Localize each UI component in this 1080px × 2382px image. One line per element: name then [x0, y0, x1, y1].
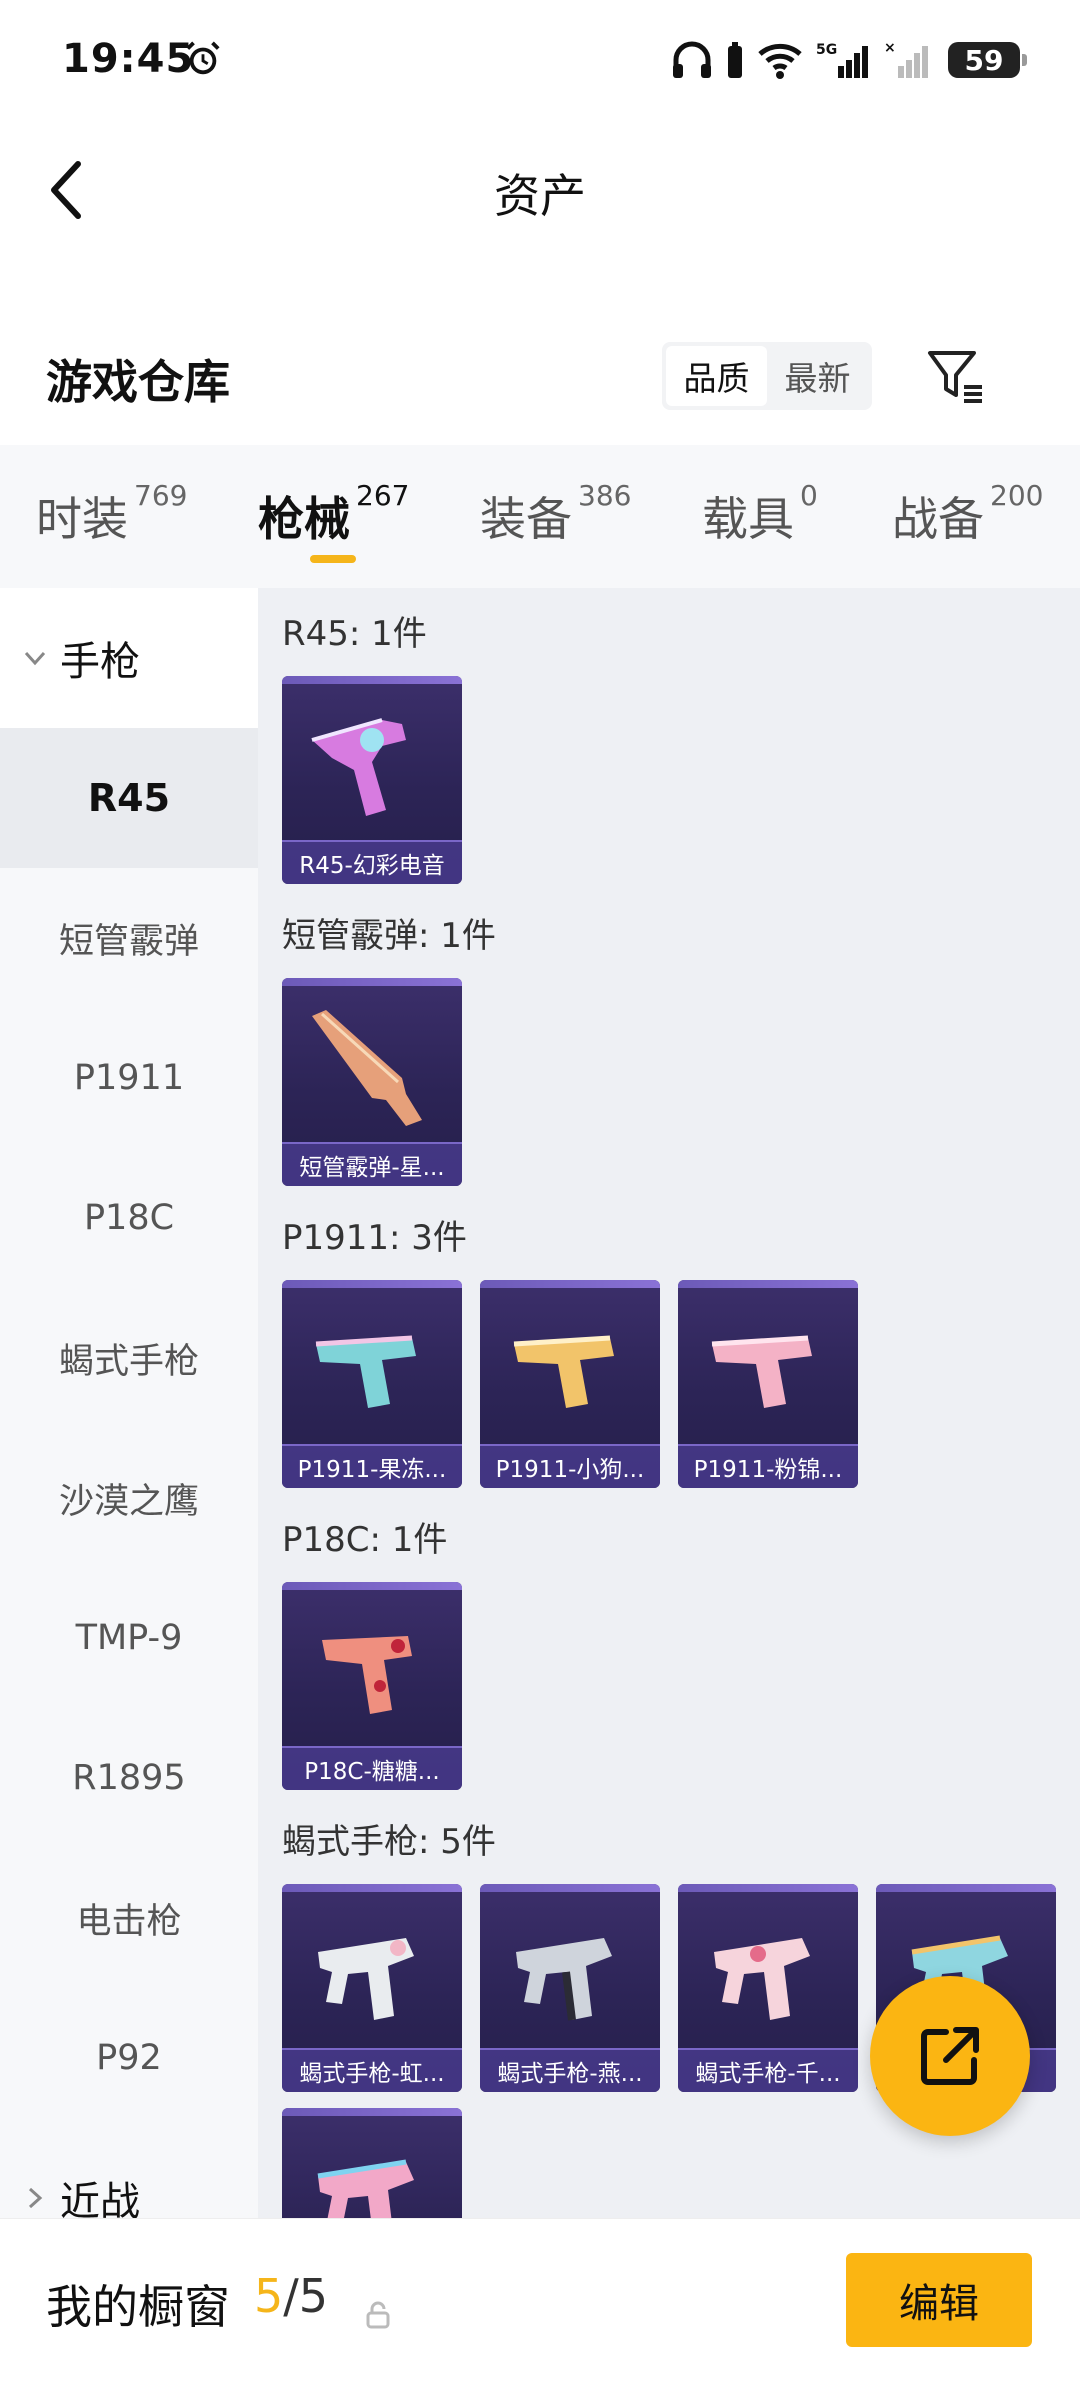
sidebar-item-scorpion[interactable]: 蝎式手枪	[0, 1288, 258, 1428]
headphone-battery-icon	[728, 42, 742, 78]
headphones-icon	[673, 41, 711, 78]
tab-equipment[interactable]: 装备 386	[480, 479, 631, 563]
smg-icon	[714, 1938, 810, 2020]
item-card-label: P1911-果冻...	[282, 1444, 462, 1488]
item-card-label: 短管霰弹-星...	[282, 1142, 462, 1186]
status-time: 19:45	[62, 36, 195, 82]
share-external-icon	[921, 2027, 979, 2085]
sidebar-item-r1895[interactable]: R1895	[0, 1708, 258, 1848]
warehouse-title: 游戏仓库	[46, 355, 230, 409]
tab-count: 769	[134, 479, 188, 512]
item-card[interactable]: P1911-果冻...	[282, 1280, 462, 1488]
item-card[interactable]: 短管霰弹-星...	[282, 978, 462, 1186]
smg-icon	[317, 2159, 414, 2218]
item-card[interactable]: P1911-小狗...	[480, 1280, 660, 1488]
item-card-label: R45-幻彩电音	[282, 840, 462, 884]
section-title: P1911: 3件	[282, 1218, 467, 1258]
sidebar-item-desert-eagle[interactable]: 沙漠之鹰	[0, 1428, 258, 1568]
battery-icon: 59	[948, 42, 1027, 78]
item-card[interactable]: P18C-糖糖...	[282, 1582, 462, 1790]
section-title: 短管霰弹: 1件	[282, 916, 496, 956]
sidebar-group-label: 近战	[60, 2179, 140, 2218]
tab-count: 386	[578, 479, 632, 512]
item-card[interactable]: 蝎式手枪-千...	[678, 1884, 858, 2092]
bottom-bar: 我的橱窗 5/5 编辑	[0, 2218, 1080, 2382]
showcase-count-current: 5	[254, 2269, 284, 2323]
edit-button[interactable]: 编辑	[846, 2253, 1032, 2347]
sidebar-item-short-shotgun[interactable]: 短管霰弹	[0, 868, 258, 1008]
tab-label: 装备	[480, 492, 572, 546]
sidebar-group-label: 手枪	[60, 639, 140, 685]
status-bar: 19:45 5G × 59	[0, 0, 1080, 125]
sidebar-item-p1911[interactable]: P1911	[0, 1008, 258, 1148]
sidebar-group-melee[interactable]: 近战	[0, 2128, 258, 2218]
alarm-icon	[186, 41, 220, 75]
item-card-label: 蝎式手枪-千...	[678, 2048, 858, 2092]
item-card-label: P1911-小狗...	[480, 1444, 660, 1488]
showcase-count: 5/5	[254, 2269, 328, 2323]
chevron-right-icon	[28, 2187, 43, 2209]
tab-firearms[interactable]: 枪械 267	[258, 479, 409, 563]
item-card[interactable]	[282, 2108, 462, 2218]
pistol-icon	[315, 1335, 416, 1408]
sidebar-item-r45[interactable]: R45	[0, 728, 258, 868]
tab-count: 267	[356, 479, 410, 512]
showcase-count-total: 5	[298, 2269, 329, 2323]
tab-label: 战备	[892, 492, 984, 546]
chevron-down-icon	[24, 651, 46, 666]
svg-text:×: ×	[884, 40, 896, 56]
sidebar-item-tmp9[interactable]: TMP-9	[0, 1568, 258, 1708]
share-button[interactable]	[870, 1976, 1030, 2136]
section-title: 蝎式手枪: 5件	[282, 1822, 496, 1862]
smg-icon	[516, 1938, 612, 2021]
sort-toggle: 品质 最新	[662, 342, 872, 410]
item-card-label: 蝎式手枪-燕...	[480, 2048, 660, 2092]
tab-label: 枪械	[258, 492, 350, 546]
pistol-icon	[711, 1335, 812, 1408]
category-tabs: 时装 769 枪械 267 装备 386 载具 0 战备 200	[0, 445, 1080, 588]
status-icons: 5G × 59	[670, 38, 1027, 82]
showcase-count-separator: /	[283, 2269, 299, 2323]
tab-war-supplies[interactable]: 战备 200	[892, 479, 1043, 563]
active-tab-indicator	[310, 555, 356, 563]
svg-text:5G: 5G	[816, 42, 837, 58]
signal-5g-icon: 5G	[816, 42, 868, 78]
tab-count: 0	[800, 479, 818, 512]
section-title: R45: 1件	[282, 614, 427, 654]
section-title: P18C: 1件	[282, 1520, 448, 1560]
item-card-label: P18C-糖糖...	[282, 1746, 462, 1790]
item-card[interactable]: P1911-粉锦...	[678, 1280, 858, 1488]
item-card-label: 蝎式手枪-虹...	[282, 2048, 462, 2092]
tab-count: 200	[990, 479, 1044, 512]
shotgun-icon	[312, 1010, 422, 1126]
smg-icon	[318, 1938, 414, 2020]
sidebar-group-pistols[interactable]: 手枪	[0, 588, 258, 728]
page-title: 资产	[494, 169, 586, 223]
tab-label: 时装	[36, 492, 128, 546]
signal-icon: ×	[884, 40, 928, 78]
sidebar: 手枪 R45 短管霰弹 P1911 P18C 蝎式手枪 沙漠之鹰 TMP-9 R…	[0, 588, 258, 2218]
tab-fashion[interactable]: 时装 769	[36, 479, 187, 563]
revolver-icon	[311, 718, 406, 816]
sort-option-quality[interactable]: 品质	[666, 346, 767, 406]
item-card[interactable]: 蝎式手枪-燕...	[480, 1884, 660, 2092]
item-card[interactable]: 蝎式手枪-虹...	[282, 1884, 462, 2092]
pistol-icon	[513, 1335, 614, 1408]
tab-vehicles[interactable]: 载具 0	[702, 479, 818, 563]
sidebar-item-p92[interactable]: P92	[0, 1988, 258, 2128]
lock-icon	[366, 2301, 390, 2329]
item-grid: R45: 1件 R45-幻彩电音 短管霰弹: 1件 短管霰弹-星... P191…	[258, 588, 1080, 2218]
filter-icon[interactable]	[922, 343, 988, 409]
sort-option-newest[interactable]: 最新	[767, 346, 868, 406]
sidebar-item-taser[interactable]: 电击枪	[0, 1848, 258, 1988]
pistol-icon	[322, 1636, 412, 1714]
sidebar-item-p18c[interactable]: P18C	[0, 1148, 258, 1288]
tab-label: 载具	[702, 492, 794, 546]
showcase-label: 我的橱窗	[46, 2280, 230, 2334]
wifi-icon	[758, 43, 802, 79]
item-card-label: P1911-粉锦...	[678, 1444, 858, 1488]
item-card[interactable]: R45-幻彩电音	[282, 676, 462, 884]
